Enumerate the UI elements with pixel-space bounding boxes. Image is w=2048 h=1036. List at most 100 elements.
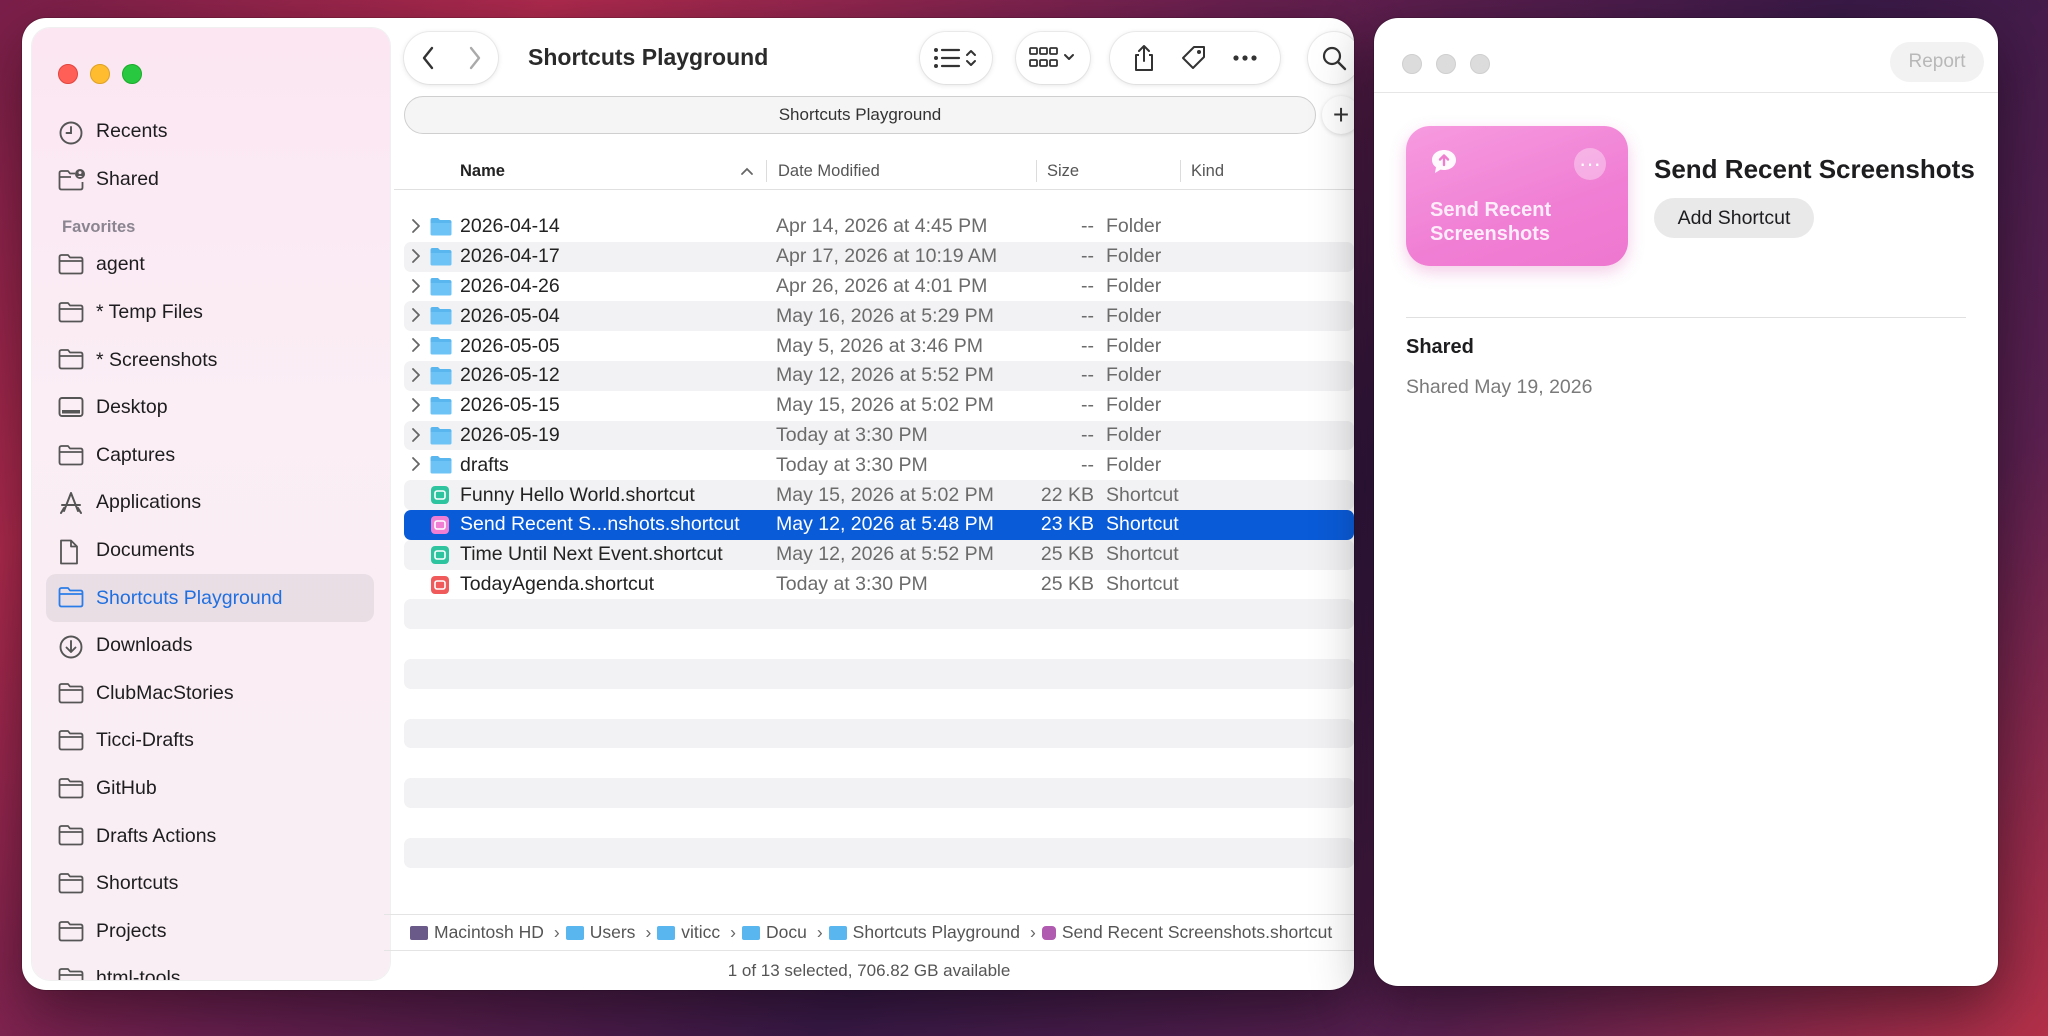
sidebar-item-drafts-actions[interactable]: Drafts Actions — [46, 812, 374, 860]
sidebar-item-agent[interactable]: agent — [46, 241, 374, 289]
table-row[interactable]: Send Recent S...nshots.shortcut May 12, 2… — [404, 509, 1354, 540]
sidebar: Recents Shared Favorites agent * Temp Files *… — [32, 28, 390, 980]
column-name[interactable]: Name — [460, 162, 505, 181]
folder-icon — [58, 920, 84, 944]
search-button[interactable] — [1308, 32, 1354, 84]
minimize-button[interactable] — [90, 64, 110, 84]
sidebar-item-documents[interactable]: Documents — [46, 527, 374, 575]
download-icon — [58, 634, 84, 659]
shortcut-card[interactable]: ··· Send Recent Screenshots — [1406, 126, 1628, 266]
close-button[interactable] — [58, 64, 78, 84]
table-row[interactable]: 2026-05-19 Today at 3:30 PM -- Folder — [404, 420, 1354, 451]
breadcrumb-item[interactable]: Send Recent Screenshots.shortcut — [1041, 922, 1333, 943]
add-shortcut-button[interactable]: Add Shortcut — [1654, 198, 1814, 238]
table-row[interactable]: Time Until Next Event.shortcut May 12, 20… — [404, 539, 1354, 570]
add-tab-button[interactable]: + — [1322, 96, 1354, 134]
zoom-button[interactable] — [1470, 54, 1490, 74]
breadcrumb-item[interactable]: viticc › — [657, 922, 736, 943]
file-kind: Shortcut — [1106, 513, 1179, 536]
breadcrumb-separator-icon: › — [730, 922, 736, 942]
file-kind: Shortcut — [1106, 572, 1179, 595]
sidebar-item-projects[interactable]: Projects — [46, 908, 374, 956]
table-row[interactable]: Funny Hello World.shortcut May 15, 2026 a… — [404, 480, 1354, 510]
sidebar-item-label: Downloads — [96, 634, 193, 657]
column-date-modified[interactable]: Date Modified — [778, 162, 880, 181]
breadcrumb-item[interactable]: Shortcuts Playground › — [828, 922, 1036, 943]
status-bar: 1 of 13 selected, 706.82 GB available — [384, 950, 1354, 990]
minimize-button[interactable] — [1436, 54, 1456, 74]
sidebar-item-temp-files[interactable]: * Temp Files — [46, 289, 374, 337]
file-name: TodayAgenda.shortcut — [460, 572, 655, 595]
sidebar-item-label: Shared — [96, 167, 159, 190]
file-size: -- — [1081, 245, 1094, 268]
sidebar-item-ticci-drafts[interactable]: Ticci-Drafts — [46, 717, 374, 765]
table-row[interactable]: 2026-05-05 May 5, 2026 at 3:46 PM -- Folder — [404, 331, 1354, 361]
column-kind[interactable]: Kind — [1191, 162, 1224, 181]
sidebar-item-captures[interactable]: Captures — [46, 432, 374, 480]
breadcrumb-label: Send Recent Screenshots.shortcut — [1061, 922, 1333, 942]
sidebar-item-shared[interactable]: Shared — [46, 156, 374, 204]
group-view-button[interactable] — [1016, 32, 1090, 84]
shared-date: Shared May 19, 2026 — [1406, 376, 1593, 398]
sidebar-item-desktop[interactable]: Desktop — [46, 384, 374, 432]
disclosure-chevron-icon[interactable] — [410, 337, 422, 353]
list-view-button[interactable] — [920, 32, 992, 84]
breadcrumb-item[interactable]: Macintosh HD › — [410, 922, 560, 943]
table-row[interactable]: TodayAgenda.shortcut Today at 3:30 PM 25 K… — [404, 570, 1354, 600]
report-button[interactable]: Report — [1890, 42, 1984, 82]
sidebar-item-screenshots[interactable]: * Screenshots — [46, 336, 374, 384]
share-icon[interactable] — [1132, 44, 1156, 72]
file-size: 25 KB — [1040, 543, 1094, 566]
table-row[interactable]: 2026-04-14 Apr 14, 2026 at 4:45 PM -- Folde… — [404, 212, 1354, 242]
sidebar-item-label: * Screenshots — [96, 348, 218, 371]
disclosure-chevron-icon[interactable] — [410, 248, 422, 264]
back-button[interactable] — [404, 32, 451, 84]
file-size: 23 KB — [1040, 513, 1094, 536]
table-row[interactable]: 2026-04-26 Apr 26, 2026 at 4:01 PM -- Folde… — [404, 272, 1354, 302]
disclosure-chevron-icon[interactable] — [410, 456, 422, 472]
folder-icon — [430, 396, 452, 415]
disclosure-chevron-icon[interactable] — [410, 427, 422, 443]
sidebar-item-applications[interactable]: Applications — [46, 479, 374, 527]
disclosure-chevron-icon[interactable] — [410, 367, 422, 383]
sidebar-item-html-tools[interactable]: html-tools — [46, 955, 374, 980]
breadcrumb-item[interactable]: Users › — [565, 922, 651, 943]
sidebar-item-recents[interactable]: Recents — [46, 108, 374, 156]
forward-button[interactable] — [451, 32, 498, 84]
empty-row — [404, 808, 1354, 838]
table-row[interactable]: 2026-04-17 Apr 17, 2026 at 10:19 AM -- Fold… — [404, 241, 1354, 272]
tag-icon[interactable] — [1180, 44, 1208, 72]
breadcrumb-item[interactable]: Docu › — [741, 922, 823, 943]
path-bar[interactable]: Shortcuts Playground — [404, 96, 1316, 134]
sidebar-item-clubmacstories[interactable]: ClubMacStories — [46, 670, 374, 718]
shared-folder-icon — [58, 168, 85, 192]
sidebar-item-github[interactable]: GitHub — [46, 765, 374, 813]
file-size: -- — [1081, 304, 1094, 327]
table-row[interactable]: 2026-05-12 May 12, 2026 at 5:52 PM -- Folde… — [404, 360, 1354, 391]
grid-icon — [1029, 47, 1074, 67]
sidebar-item-shortcuts-playground[interactable]: Shortcuts Playground — [46, 574, 374, 622]
empty-row — [404, 658, 1354, 689]
disclosure-chevron-icon[interactable] — [410, 307, 422, 323]
close-button[interactable] — [1402, 54, 1422, 74]
home-folder-icon — [657, 925, 676, 940]
shortcut-file-icon — [430, 515, 452, 534]
table-row[interactable]: 2026-05-04 May 16, 2026 at 5:29 PM -- Folde… — [404, 301, 1354, 332]
disclosure-chevron-icon[interactable] — [410, 218, 422, 234]
file-name: 2026-05-12 — [460, 364, 560, 387]
sidebar-item-downloads[interactable]: Downloads — [46, 622, 374, 670]
folder-icon — [565, 925, 584, 940]
more-icon[interactable] — [1232, 54, 1258, 62]
card-more-icon[interactable]: ··· — [1574, 148, 1606, 180]
file-name: Funny Hello World.shortcut — [460, 483, 695, 506]
disclosure-chevron-icon[interactable] — [410, 397, 422, 413]
table-row[interactable]: drafts Today at 3:30 PM -- Folder — [404, 450, 1354, 480]
sidebar-item-shortcuts[interactable]: Shortcuts — [46, 860, 374, 908]
zoom-button[interactable] — [122, 64, 142, 84]
file-name: 2026-05-15 — [460, 394, 560, 417]
table-row[interactable]: 2026-05-15 May 15, 2026 at 5:02 PM -- Folde… — [404, 391, 1354, 421]
disclosure-chevron-icon[interactable] — [410, 278, 422, 294]
column-size[interactable]: Size — [1047, 162, 1079, 181]
sidebar-item-label: Documents — [96, 539, 195, 562]
file-name: 2026-04-14 — [460, 215, 560, 238]
